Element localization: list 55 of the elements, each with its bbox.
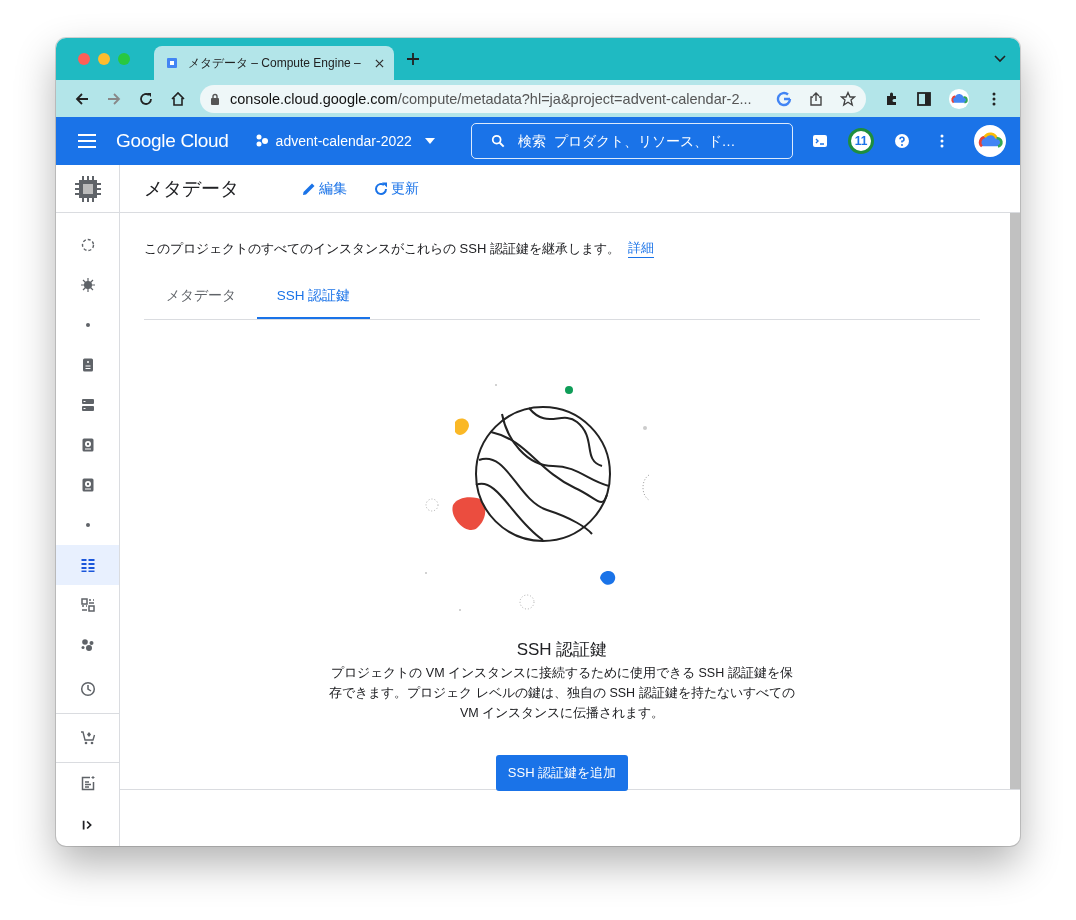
- chip-icon: [164, 55, 180, 71]
- terminal-icon[interactable]: [812, 133, 828, 149]
- close-dot-icon[interactable]: [78, 53, 90, 65]
- share-icon[interactable]: [808, 90, 824, 107]
- project-selector[interactable]: advent-calendar-2022: [250, 129, 439, 153]
- star-icon[interactable]: [840, 90, 856, 107]
- zoom-dot-icon[interactable]: [118, 53, 130, 65]
- empty-state-description: プロジェクトの VM インスタンスに接続するために使用できる SSH 認証鍵を保存できます。プロジェク レベルの鍵は、独自の SSH 認証鍵を持たないすべての VM インスタンスに伝播されます。: [328, 665, 796, 722]
- list-icon: [79, 557, 96, 573]
- address-bar[interactable]: console.cloud.google.com/compute/metadata?hl=ja&project=advent-calendar-2...: [200, 84, 866, 113]
- menu-icon[interactable]: [78, 134, 96, 148]
- edit-button[interactable]: 編集: [299, 175, 349, 202]
- profile-cloud-icon[interactable]: [948, 87, 970, 110]
- grid-icon: [79, 597, 96, 613]
- details-link[interactable]: 詳細: [627, 239, 654, 258]
- sidebar-item[interactable]: [56, 545, 119, 585]
- cart-icon: [79, 730, 96, 746]
- scrollbar[interactable]: [1010, 213, 1020, 789]
- help-icon[interactable]: [894, 133, 910, 149]
- tab[interactable]: SSH 認証鍵: [257, 276, 370, 319]
- caret-icon: [424, 138, 435, 144]
- browser-tab[interactable]: メタデータ – Compute Engine –: [154, 46, 394, 80]
- forward-icon[interactable]: [106, 90, 122, 107]
- note-icon: [79, 775, 96, 791]
- clock-icon: [79, 681, 96, 697]
- search-field[interactable]: 検索 プロダクト、リソース、ド…: [470, 123, 793, 159]
- dot-icon: [85, 523, 90, 527]
- refresh-button[interactable]: 更新: [371, 175, 421, 202]
- notification-badge[interactable]: 11: [848, 128, 874, 154]
- refresh-icon: [373, 180, 389, 197]
- tab[interactable]: メタデータ: [144, 276, 257, 319]
- servers-icon: [79, 397, 96, 413]
- new-tab-icon[interactable]: [406, 52, 420, 66]
- info-text: このプロジェクトのすべてのインスタンスがこれらの SSH 認証鍵を継承します。: [144, 239, 620, 258]
- reload-icon[interactable]: [138, 90, 154, 107]
- avatar-cloud-icon[interactable]: [974, 125, 1006, 157]
- close-icon[interactable]: [375, 58, 384, 68]
- sidebar-icon[interactable]: [916, 90, 932, 107]
- project-dots-icon: [254, 134, 269, 148]
- gear-icon: [79, 277, 96, 293]
- minimize-dot-icon[interactable]: [98, 53, 110, 65]
- dots-icon: [79, 637, 96, 653]
- dot-icon: [85, 323, 90, 327]
- chevron-icon[interactable]: [994, 55, 1006, 63]
- brand-logo[interactable]: Google Cloud: [116, 130, 229, 152]
- page-title: メタデータ: [144, 176, 239, 201]
- chip-icon[interactable]: [72, 173, 103, 204]
- lock-icon: [210, 92, 220, 105]
- empty-state-title: SSH 認証鍵: [516, 639, 608, 661]
- search-icon: [490, 134, 505, 148]
- back-icon[interactable]: [74, 90, 90, 107]
- add-ssh-key-button[interactable]: SSH 認証鍵を追加: [495, 755, 629, 791]
- g-logo-icon[interactable]: [776, 90, 792, 107]
- sync-icon: [79, 237, 96, 253]
- home-icon[interactable]: [170, 90, 186, 107]
